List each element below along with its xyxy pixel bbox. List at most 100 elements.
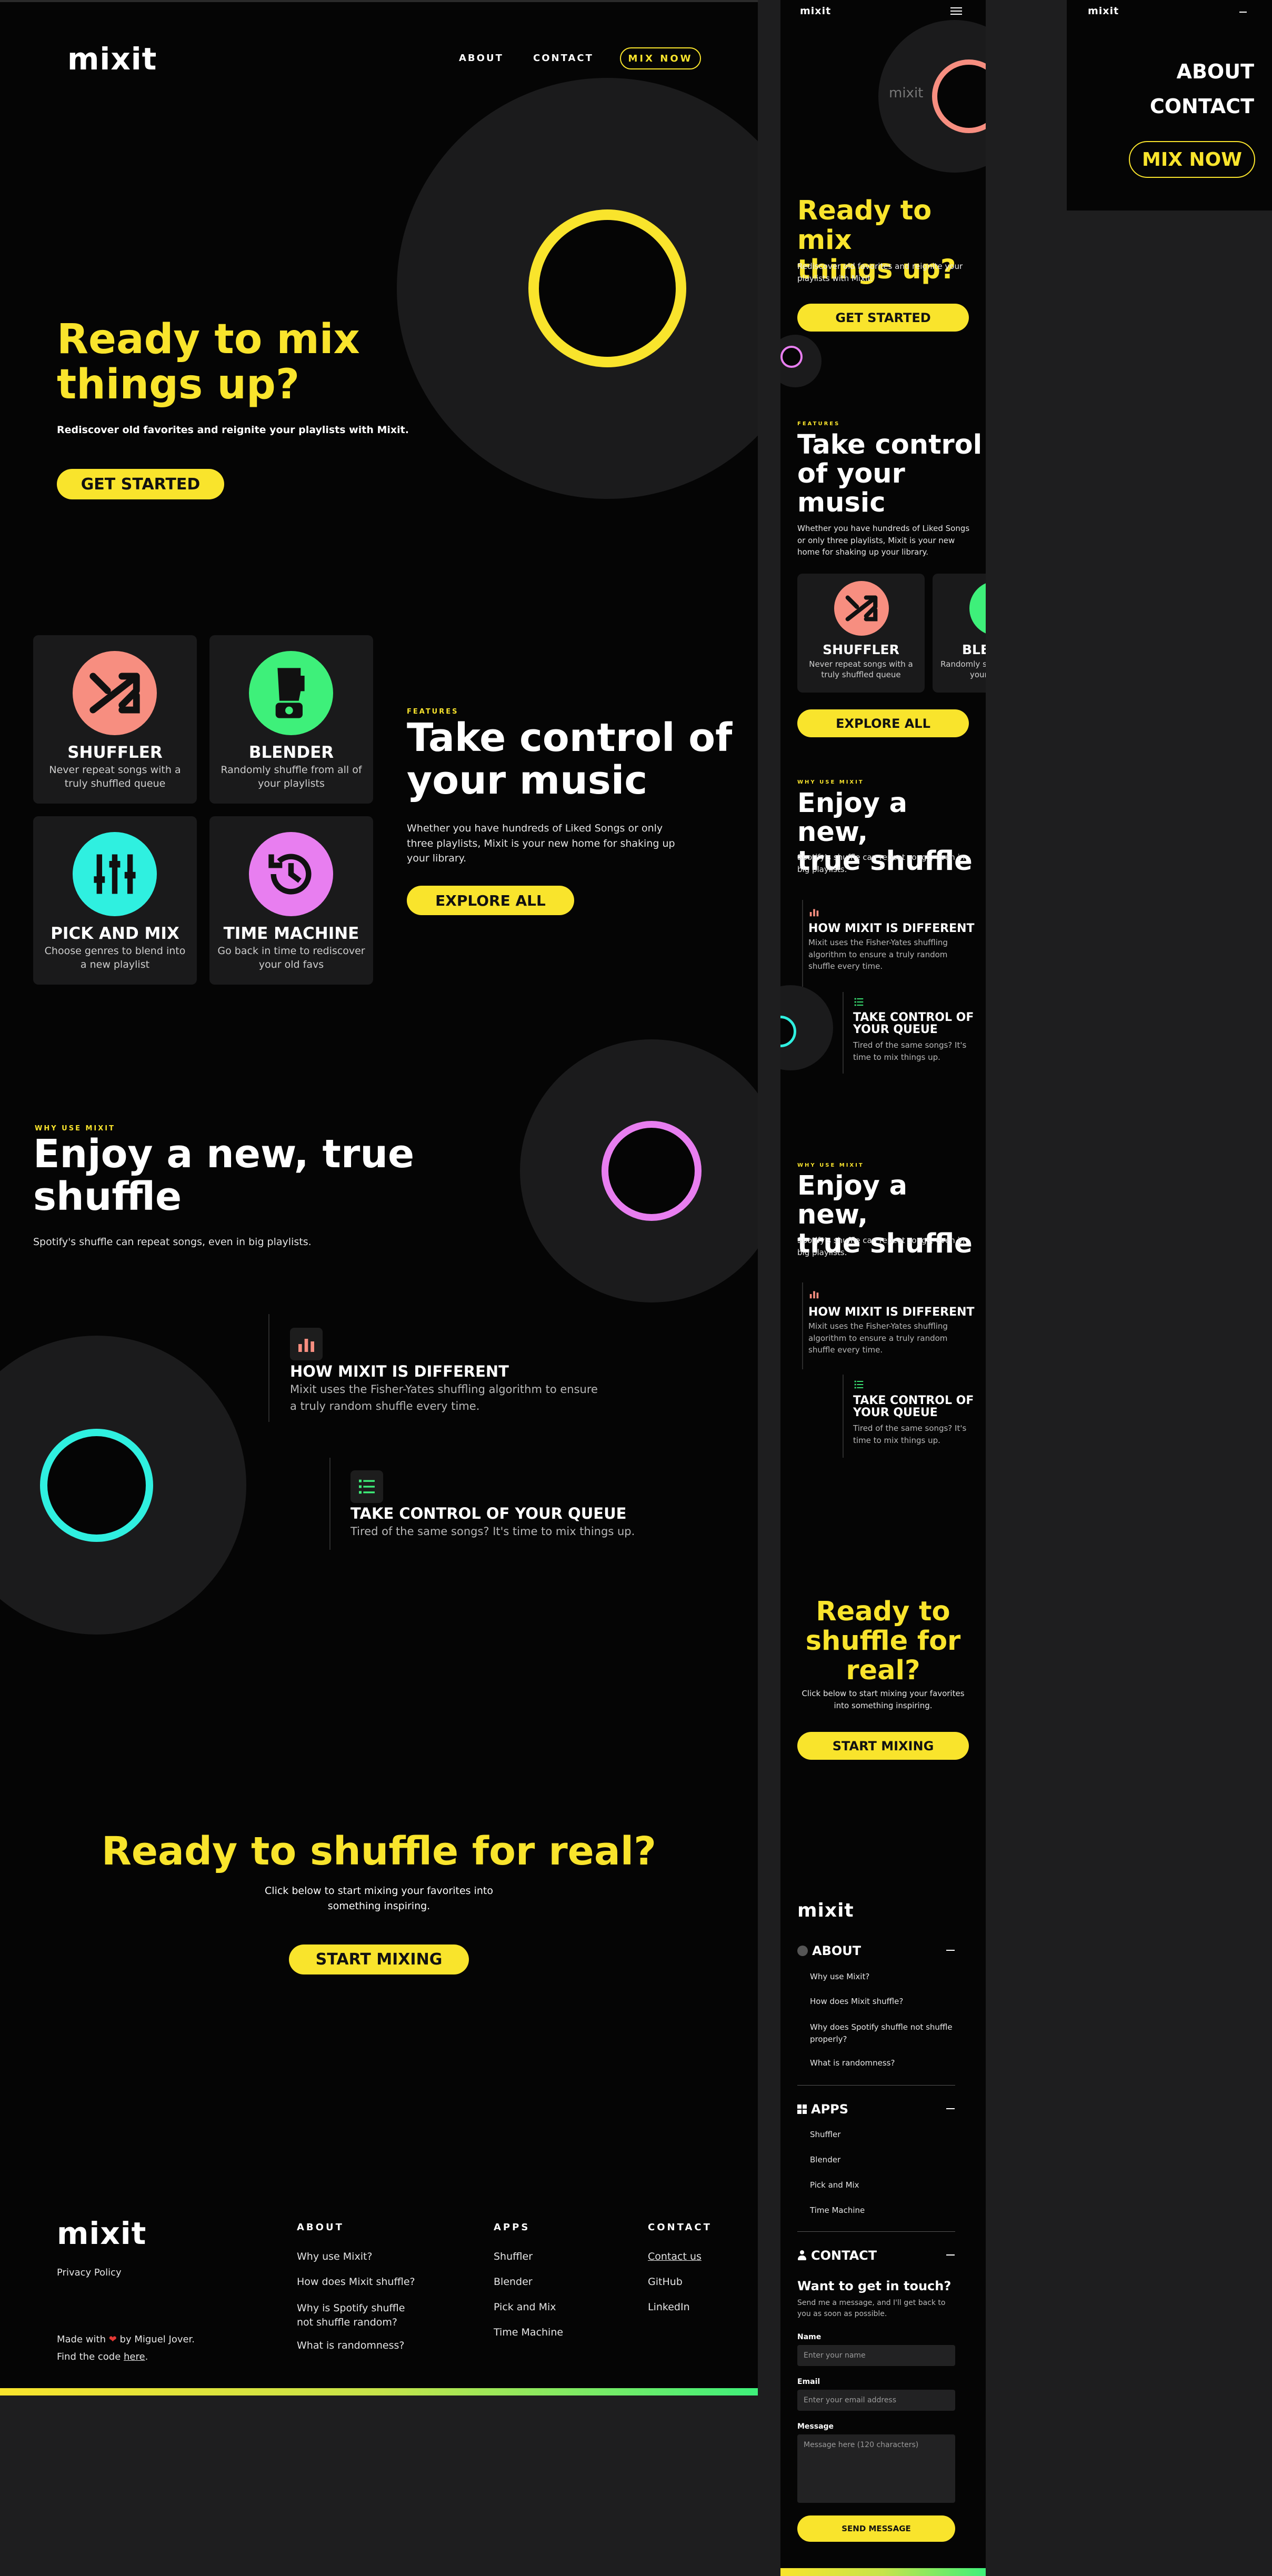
line3: real?: [846, 1655, 920, 1687]
accordion-link[interactable]: How does Mixit shuffle?: [810, 1997, 903, 2006]
why-ring-2: [40, 1429, 153, 1542]
email-field[interactable]: Enter your email address: [797, 2390, 955, 2411]
mobile-features-eyebrow: FEATURES: [797, 421, 840, 427]
mobile-get-started-button[interactable]: GET STARTED: [797, 304, 969, 332]
accordion-link[interactable]: Pick and Mix: [810, 2180, 859, 2190]
card-title: SHUFFLER: [823, 642, 899, 657]
collapse-icon[interactable]: [946, 1950, 955, 1951]
made-with-text: Made with ❤ by Miguel Jover.: [57, 2334, 195, 2345]
item-divider: [268, 1314, 269, 1422]
item-divider: [802, 900, 803, 987]
footer-link[interactable]: Blender: [494, 2276, 533, 2288]
mobile-start-mixing-button[interactable]: START MIXING: [797, 1732, 969, 1760]
footer-contact-heading: CONTACT: [648, 2222, 712, 2233]
name-field[interactable]: Enter your name: [797, 2345, 955, 2366]
footer-link[interactable]: How does Mixit shuffle?: [297, 2276, 415, 2288]
mobile-why-text: Spotify's shuffle can repeat songs, even…: [797, 853, 965, 874]
line1: Ready to: [816, 1596, 950, 1627]
get-started-button[interactable]: GET STARTED: [57, 469, 224, 499]
list-icon: [853, 1379, 865, 1392]
feature-card-shuffler[interactable]: SHUFFLER Never repeat songs with a truly…: [33, 635, 197, 804]
feature-card-blender[interactable]: BLENDER Randomly shuffle from all of you…: [209, 635, 373, 804]
bar-chart-icon: [808, 1288, 820, 1302]
cta-text-line2: something inspiring.: [327, 1900, 430, 1912]
footer-link[interactable]: Why use Mixit?: [297, 2251, 373, 2262]
mobile-hero-subtitle: Rediscover old favorites and reignite yo…: [797, 262, 963, 283]
made-with-label: Made with: [57, 2334, 106, 2345]
menu-about[interactable]: ABOUT: [1177, 60, 1254, 83]
mix-now-button[interactable]: MIX NOW: [620, 47, 701, 69]
brand-logo[interactable]: mixit: [67, 41, 157, 77]
footer-link[interactable]: Pick and Mix: [494, 2301, 556, 2313]
accordion-about[interactable]: ABOUT: [797, 1943, 861, 1958]
accordion-link[interactable]: Why use Mixit?: [810, 1972, 869, 1981]
message-field[interactable]: Message here (120 characters): [797, 2434, 955, 2503]
footer-link[interactable]: LinkedIn: [648, 2301, 690, 2313]
nav-contact[interactable]: CONTACT: [533, 53, 594, 64]
footer-gradient-bar: [0, 2388, 758, 2395]
accordion-link[interactable]: Why does Spotify shuffle not shuffle pro…: [810, 2021, 963, 2045]
contact-title: Want to get in touch?: [797, 2279, 952, 2293]
start-mixing-button[interactable]: START MIXING: [289, 1944, 469, 1974]
accordion-contact[interactable]: CONTACT: [797, 2248, 877, 2263]
why-title-line2: shuffle: [33, 1174, 182, 1220]
close-menu-icon[interactable]: [1239, 12, 1247, 13]
period: .: [145, 2351, 148, 2362]
mobile-logo[interactable]: mixit: [800, 5, 831, 17]
accordion-label: ABOUT: [812, 1943, 862, 1958]
footer-link[interactable]: Shuffler: [494, 2251, 533, 2262]
line2: shuffle for: [805, 1626, 961, 1657]
mobile-card-shuffler[interactable]: SHUFFLER Never repeat songs with a truly…: [797, 574, 925, 693]
cta-text: Click below to start mixing your favorit…: [0, 1883, 758, 1913]
code-link[interactable]: here: [124, 2351, 145, 2362]
footer-link[interactable]: GitHub: [648, 2276, 683, 2288]
features-eyebrow: FEATURES: [407, 708, 459, 716]
why-item-title: HOW MIXIT IS DIFFERENT: [290, 1362, 509, 1380]
history-icon: [249, 832, 333, 916]
mobile-explore-all-button[interactable]: EXPLORE ALL: [797, 709, 969, 737]
mobile-view: mixit mixit Ready to mix things up? Redi…: [780, 0, 986, 2576]
nav-about[interactable]: ABOUT: [459, 53, 504, 64]
line3: music: [797, 487, 886, 519]
collapse-icon[interactable]: [946, 2108, 955, 2109]
mobile-footer-logo[interactable]: mixit: [797, 1900, 854, 1921]
explore-all-button[interactable]: EXPLORE ALL: [407, 886, 574, 915]
footer-logo[interactable]: mixit: [57, 2216, 146, 2251]
send-message-button[interactable]: SEND MESSAGE: [797, 2515, 955, 2542]
line2: YOUR QUEUE: [853, 1406, 938, 1420]
divider: [797, 2085, 955, 2086]
footer-about-heading: ABOUT: [297, 2222, 344, 2233]
card-desc: Randomly shuffle from all of your playli…: [221, 764, 362, 789]
footer-link[interactable]: Why is Spotify shuffle not shuffle rando…: [297, 2301, 407, 2329]
card-desc: Randomly shuffle from all of your playli…: [940, 659, 986, 680]
footer-link[interactable]: Contact us: [648, 2251, 702, 2262]
accordion-link[interactable]: Time Machine: [810, 2206, 865, 2215]
shuffle-icon: [73, 651, 157, 735]
bar-chart-icon: [808, 906, 820, 920]
menu-logo[interactable]: mixit: [1088, 5, 1119, 17]
blender-icon: [969, 581, 986, 636]
divider: [797, 2231, 955, 2232]
menu-contact[interactable]: CONTACT: [1150, 95, 1254, 118]
mobile-card-blender[interactable]: BLENDER Randomly shuffle from all of you…: [933, 574, 986, 693]
hamburger-icon[interactable]: [950, 7, 962, 15]
line1: Take control: [797, 429, 983, 460]
menu-mix-now-button[interactable]: MIX NOW: [1129, 141, 1255, 178]
accordion-apps[interactable]: APPS: [797, 2102, 848, 2117]
accordion-link[interactable]: Blender: [810, 2155, 840, 2164]
accordion-link[interactable]: Shuffler: [810, 2130, 840, 2139]
find-code-label: Find the code: [57, 2351, 121, 2362]
email-label: Email: [797, 2378, 820, 2386]
item-divider: [843, 1375, 844, 1458]
bar-chart-icon: [290, 1328, 323, 1360]
why-item-text: Mixit uses the Fisher-Yates shuffling al…: [290, 1383, 598, 1412]
privacy-link[interactable]: Privacy Policy: [57, 2267, 122, 2278]
feature-card-time-machine[interactable]: TIME MACHINE Go back in time to rediscov…: [209, 816, 373, 985]
mobile-small-ring: [780, 346, 803, 368]
feature-card-pick-and-mix[interactable]: PICK AND MIX Choose genres to blend into…: [33, 816, 197, 985]
footer-link[interactable]: What is randomness?: [297, 2340, 404, 2351]
footer-link[interactable]: Time Machine: [494, 2327, 563, 2338]
collapse-icon[interactable]: [946, 2254, 955, 2256]
accordion-link[interactable]: What is randomness?: [810, 2058, 895, 2068]
cta-text-line1: Click below to start mixing your favorit…: [265, 1885, 493, 1897]
